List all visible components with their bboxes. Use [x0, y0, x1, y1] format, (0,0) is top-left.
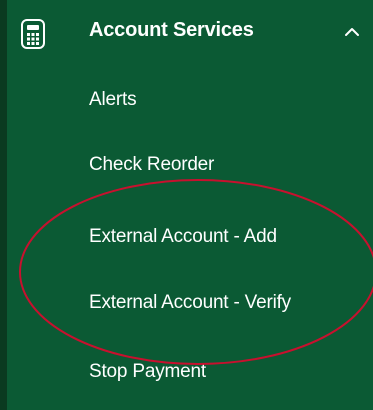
- menu-item-external-account-verify[interactable]: External Account - Verify: [89, 292, 291, 314]
- account-services-label: Account Services: [89, 19, 254, 41]
- account-services-header[interactable]: Account Services: [7, 0, 373, 66]
- menu-item-stop-payment[interactable]: Stop Payment: [89, 361, 206, 383]
- account-services-menu: Account Services Alerts Check Reorder Ex…: [7, 0, 373, 410]
- left-edge: [0, 0, 7, 410]
- menu-item-external-account-add[interactable]: External Account - Add: [89, 226, 277, 248]
- chevron-up-icon[interactable]: [344, 24, 360, 40]
- menu-item-alerts[interactable]: Alerts: [89, 89, 137, 111]
- menu-item-check-reorder[interactable]: Check Reorder: [89, 154, 214, 176]
- calculator-icon: [19, 18, 47, 50]
